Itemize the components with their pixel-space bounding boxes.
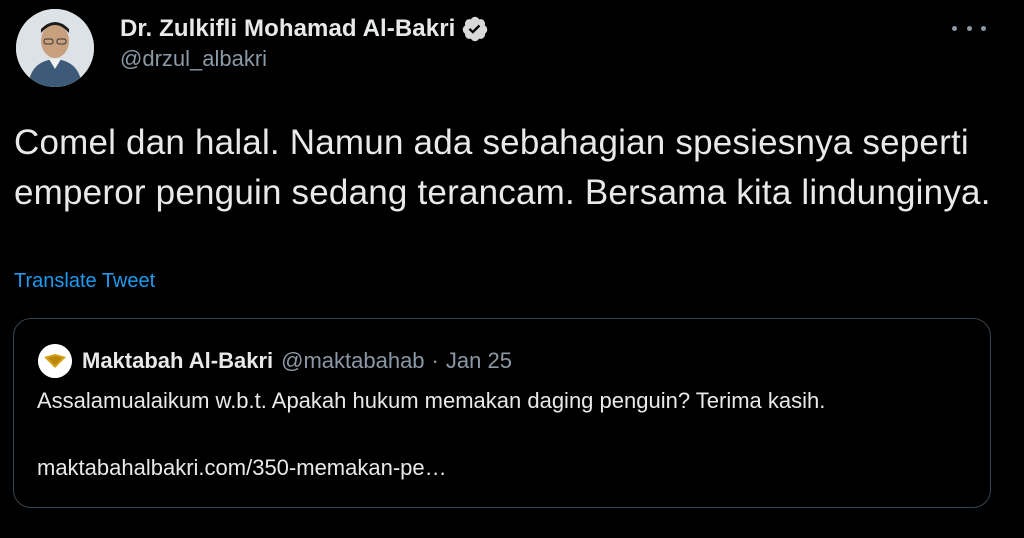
maktabah-logo-icon	[38, 344, 72, 378]
more-dot	[966, 25, 972, 31]
quoted-handle[interactable]: @maktabahab	[281, 348, 424, 374]
verified-badge-icon	[463, 16, 488, 42]
author-handle[interactable]: @drzul_albakri	[120, 46, 267, 72]
quoted-text: Assalamualaikum w.b.t. Apakah hukum mema…	[37, 388, 826, 413]
tweet-card: Dr. Zulkifli Mohamad Al-Bakri @drzul_alb…	[0, 0, 1024, 538]
quoted-separator: ·	[431, 348, 439, 373]
quoted-date[interactable]: Jan 25	[446, 348, 512, 374]
user-avatar-image	[16, 9, 94, 87]
translate-tweet-link[interactable]: Translate Tweet	[14, 270, 155, 293]
more-dot	[952, 25, 957, 31]
author-avatar[interactable]	[16, 9, 94, 87]
quoted-link[interactable]: maktabahalbakri.com/350-memakan-pe…	[37, 452, 447, 484]
author-name-row: Dr. Zulkifli Mohamad Al-Bakri	[120, 12, 489, 46]
quoted-tweet[interactable]: Maktabah Al-Bakri @maktabahab · Jan 25 A…	[13, 318, 991, 508]
quoted-header: Maktabah Al-Bakri @maktabahab · Jan 25	[82, 343, 512, 379]
more-options-icon[interactable]	[952, 14, 986, 42]
quoted-author-avatar[interactable]	[38, 344, 72, 378]
author-display-name[interactable]: Dr. Zulkifli Mohamad Al-Bakri	[120, 15, 455, 43]
more-dot	[981, 25, 986, 31]
tweet-text: Comel dan halal. Namun ada sebahagian sp…	[14, 123, 991, 212]
quoted-display-name[interactable]: Maktabah Al-Bakri	[82, 348, 273, 374]
